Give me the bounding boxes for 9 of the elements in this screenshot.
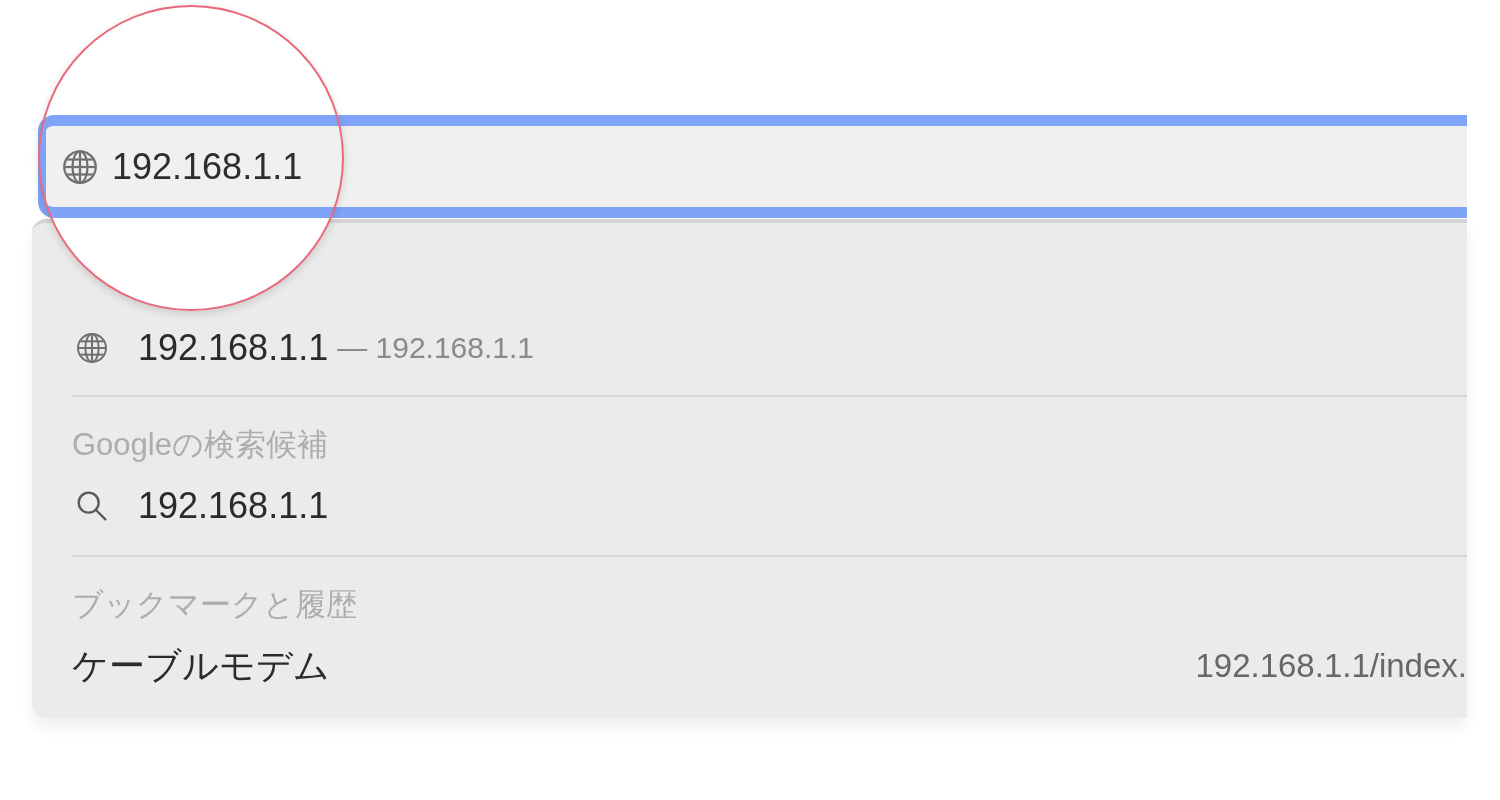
address-field[interactable]: 192.168.1.1 (38, 115, 1467, 218)
search-icon (76, 490, 108, 522)
suggestion-item[interactable]: 192.168.1.1 — 192.168.1.1 (72, 323, 1467, 373)
globe-icon (76, 332, 108, 364)
suggestion-item[interactable]: ケーブルモデム 192.168.1.1/index. (72, 641, 1467, 691)
section-heading: ブックマークと履歴 (72, 586, 357, 624)
section-heading: Googleの検索候補 (72, 426, 328, 464)
globe-icon (62, 148, 98, 185)
suggestion-item[interactable]: 192.168.1.1 (72, 481, 1467, 531)
